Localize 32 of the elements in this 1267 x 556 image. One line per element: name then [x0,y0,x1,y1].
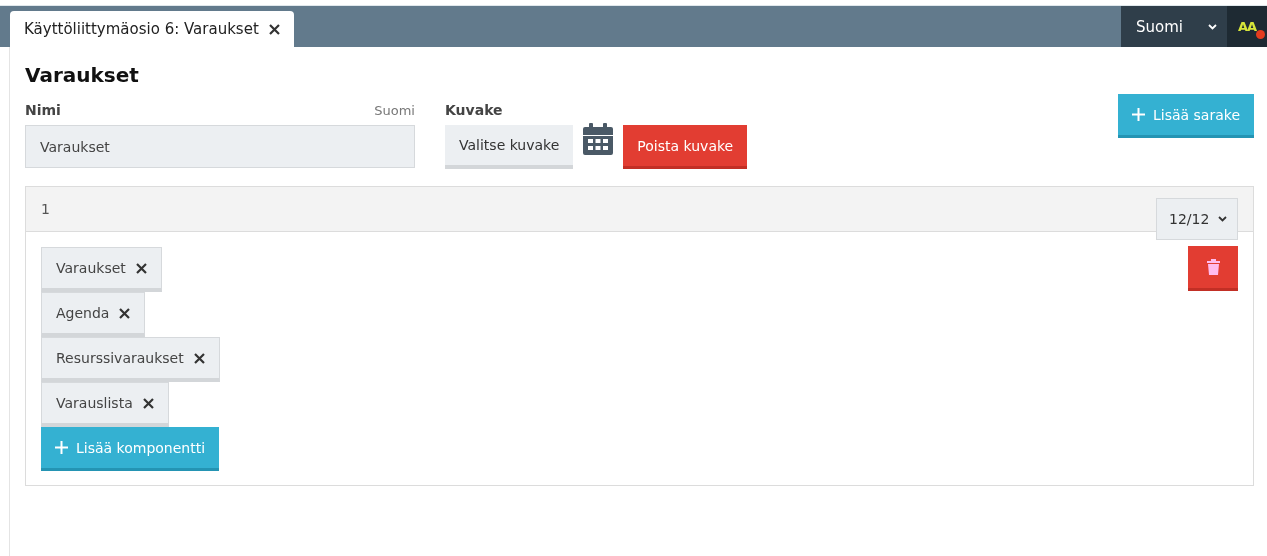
delete-button[interactable] [1188,246,1238,291]
component-label: Varauslista [56,395,133,411]
name-input-field[interactable]: Varaukset [25,125,415,168]
language-dropdown[interactable]: Suomi [1121,6,1227,47]
component-label: Resurssivaraukset [56,350,184,366]
plus-icon [1131,108,1145,121]
component-chip[interactable]: Varaukset [41,247,162,292]
component-label: Agenda [56,305,110,321]
component-chip[interactable]: Agenda [41,292,146,337]
remove-icon[interactable] [119,307,131,319]
user-avatar[interactable]: AA [1227,6,1267,47]
chevron-down-icon [1208,23,1217,30]
language-label: Suomi [374,102,415,118]
chevron-down-icon [1218,216,1227,222]
remove-icon-button[interactable]: Poista kuvake [623,125,748,169]
remove-icon[interactable] [142,397,154,409]
tab[interactable]: Käyttöliittymäosio 6: Varaukset [10,11,294,47]
remove-icon[interactable] [135,262,147,274]
component-chip[interactable]: Resurssivaraukset [41,337,220,382]
choose-icon-button[interactable]: Valitse kuvake [445,125,574,169]
calendar-icon [583,123,614,155]
field-label: Kuvake [445,102,503,118]
component-label: Varaukset [56,260,126,276]
page-title: Varaukset [25,63,140,87]
plus-icon [55,441,68,454]
component-chip[interactable]: Varauslista [41,382,169,427]
trash-icon [1206,259,1220,275]
width-dropdown[interactable]: 12/12 [1156,198,1238,240]
close-icon[interactable] [268,23,280,35]
field-label: Nimi [25,102,61,118]
column-title: 1 [41,201,50,217]
remove-icon[interactable] [193,352,205,364]
